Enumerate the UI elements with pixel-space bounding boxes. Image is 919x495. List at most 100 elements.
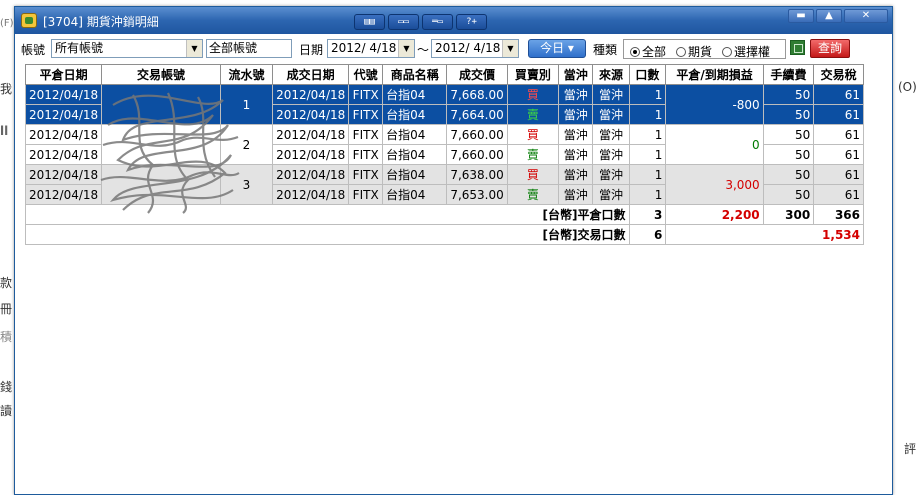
minimize-button[interactable]: ▬ [788, 9, 814, 23]
radio-all-label: 全部 [642, 45, 667, 59]
side-cell: 買 [506, 164, 560, 185]
tax-cell: 61 [813, 104, 864, 125]
bg-fragment-du: 讀 [0, 404, 13, 418]
chevron-down-icon[interactable]: ▼ [398, 40, 414, 57]
column-header[interactable]: 成交日期 [272, 64, 350, 85]
chevron-down-icon[interactable]: ▼ [502, 40, 518, 57]
source-cell: 當沖 [592, 104, 630, 125]
daytrade-cell: 當沖 [558, 164, 594, 185]
type-radio-group: 全部 期貨 選擇權 [623, 39, 786, 59]
date-to-value: 2012/ 4/18 [435, 41, 501, 55]
column-header[interactable]: 買賣別 [506, 64, 560, 85]
product-name-cell: 台指04 [382, 104, 448, 125]
radio-options-label: 選擇權 [734, 45, 771, 59]
bg-fragment-kuan: 款 [0, 276, 13, 290]
account-select[interactable]: 所有帳號 ▼ [51, 39, 203, 58]
quantity-cell: 1 [628, 84, 667, 105]
source-cell: 當沖 [592, 84, 630, 105]
window-title: [3704] 期貨沖銷明細 [43, 15, 159, 29]
side-cell: 買 [506, 124, 560, 145]
table-row[interactable]: 2012/04/18 3 2012/04/18 FITX 台指04 7,638.00 買當沖… [24, 164, 864, 205]
column-header[interactable]: 平倉日期 [24, 64, 103, 85]
product-code-cell: FITX [348, 164, 384, 185]
summary-closed-label: [台幣]平倉口數 [25, 204, 630, 225]
summary-row-traded: [台幣]交易口數 6 1,534 [25, 224, 864, 245]
side-cell: 賣 [506, 184, 560, 205]
trade-date-cell: 2012/04/18 [272, 104, 350, 125]
excel-export-icon[interactable] [790, 40, 805, 55]
daytrade-cell: 當沖 [558, 84, 594, 105]
bg-fragment-ji: 積 [0, 330, 13, 344]
trade-date-cell: 2012/04/18 [272, 144, 350, 165]
account-cell-redacted [101, 164, 221, 205]
offset-details-table: 平倉日期 交易帳號 流水號 成交日期 代號 商品名稱 成交價 買賣別 當沖 來源 口數 平倉/到期損益… [24, 64, 864, 245]
radio-unselected-icon [676, 47, 686, 57]
date-to-picker[interactable]: 2012/ 4/18 ▼ [431, 39, 519, 58]
tax-cell: 61 [813, 184, 864, 205]
help-icon[interactable]: ?+ [456, 14, 487, 30]
date-from-picker[interactable]: 2012/ 4/18 ▼ [327, 39, 415, 58]
summary-row-closed: [台幣]平倉口數 3 2,200 300 366 [25, 204, 864, 225]
price-cell: 7,664.00 [446, 104, 508, 125]
fee-cell: 50 [762, 184, 815, 205]
restore-button[interactable]: ▲ [816, 9, 842, 23]
summary-closed-tax: 366 [813, 204, 864, 225]
summary-traded-label: [台幣]交易口數 [25, 224, 630, 245]
account-name-field[interactable]: 全部帳號 [206, 39, 292, 58]
radio-all[interactable]: 全部 [630, 43, 666, 60]
window-restore-icon[interactable]: ▭▭ [388, 14, 419, 30]
product-code-cell: FITX [348, 144, 384, 165]
radio-selected-icon [630, 47, 640, 57]
close-date-cell: 2012/04/18 [24, 124, 103, 145]
pnl-cell: -800 [665, 84, 764, 125]
column-header[interactable]: 交易稅 [813, 64, 864, 85]
daytrade-cell: 當沖 [558, 104, 594, 125]
source-cell: 當沖 [592, 144, 630, 165]
column-header[interactable]: 交易帳號 [101, 64, 221, 85]
tax-cell: 61 [813, 144, 864, 165]
close-button[interactable]: ✕ [844, 9, 888, 23]
table-row[interactable]: 2012/04/18 2 2012/04/18 FITX 台指04 7,660.00 買當沖… [24, 124, 864, 165]
tax-cell: 61 [813, 84, 864, 105]
today-button[interactable]: 今日 ▾ [528, 39, 586, 58]
column-header[interactable]: 流水號 [219, 64, 274, 85]
window-cascade-icon[interactable]: ═▭ [422, 14, 453, 30]
daytrade-cell: 當沖 [558, 184, 594, 205]
column-header[interactable]: 平倉/到期損益 [665, 64, 764, 85]
product-code-cell: FITX [348, 124, 384, 145]
column-header[interactable]: 手續費 [762, 64, 815, 85]
source-cell: 當沖 [592, 164, 630, 185]
radio-unselected-icon [722, 47, 732, 57]
bg-fragment-f: (F) [0, 18, 14, 29]
price-cell: 7,638.00 [446, 164, 508, 185]
summary-closed-fee: 300 [762, 204, 815, 225]
table-row[interactable]: 2012/04/18 1 2012/04/18 FITX 台指04 7,668.00 買當沖… [24, 84, 864, 125]
title-bar[interactable]: [3704] 期貨沖銷明細 ▤▤ ▭▭ ═▭ ?+ ▬ ▲ ✕ [15, 7, 892, 34]
date-label: 日期 [299, 43, 324, 57]
product-name-cell: 台指04 [382, 164, 448, 185]
trade-date-cell: 2012/04/18 [272, 124, 350, 145]
chevron-down-icon[interactable]: ▼ [186, 40, 202, 57]
trade-date-cell: 2012/04/18 [272, 84, 350, 105]
radio-options[interactable]: 選擇權 [722, 43, 770, 60]
summary-closed-qty: 3 [628, 204, 667, 225]
radio-futures[interactable]: 期貨 [676, 43, 712, 60]
pnl-cell: 3,000 [665, 164, 764, 205]
column-header[interactable]: 當沖 [558, 64, 594, 85]
quantity-cell: 1 [628, 104, 667, 125]
column-header[interactable]: 商品名稱 [382, 64, 448, 85]
product-code-cell: FITX [348, 184, 384, 205]
type-label: 種類 [593, 43, 618, 57]
column-header[interactable]: 來源 [592, 64, 630, 85]
product-name-cell: 台指04 [382, 84, 448, 105]
close-date-cell: 2012/04/18 [24, 164, 103, 185]
column-header[interactable]: 口數 [628, 64, 667, 85]
tile-horizontal-icon[interactable]: ▤▤ [354, 14, 385, 30]
query-button[interactable]: 查詢 [810, 39, 850, 58]
column-header[interactable]: 成交價 [446, 64, 508, 85]
price-cell: 7,660.00 [446, 124, 508, 145]
serial-number-cell: 3 [219, 164, 274, 205]
product-code-cell: FITX [348, 84, 384, 105]
column-header[interactable]: 代號 [348, 64, 384, 85]
date-from-value: 2012/ 4/18 [331, 41, 397, 55]
